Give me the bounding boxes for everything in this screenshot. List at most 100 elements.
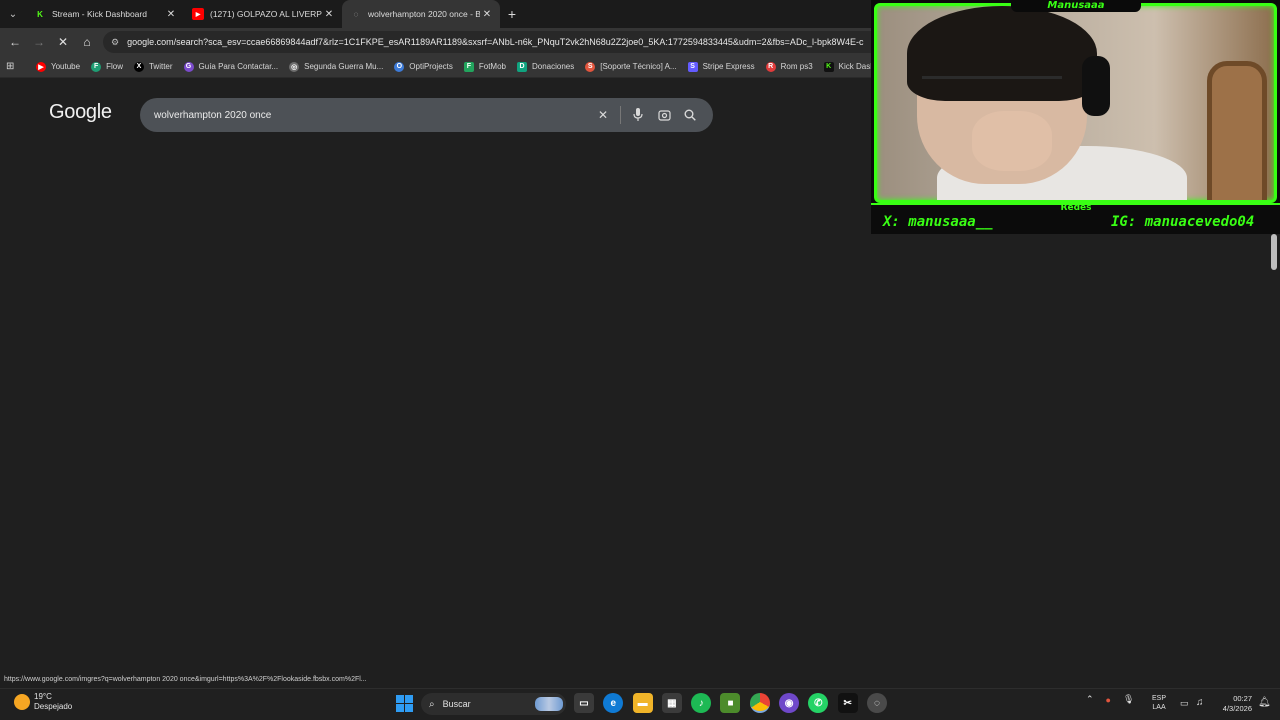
weather-text: 19°C Despejado — [34, 692, 72, 712]
search-icon[interactable] — [677, 102, 703, 128]
forward-icon[interactable]: → — [27, 30, 51, 54]
tab-kick-dashboard[interactable]: K Stream - Kick Dashboard ✕ — [26, 0, 184, 28]
flow-icon: F — [91, 61, 102, 72]
bookmark-label: [Soporte Técnico] A... — [600, 62, 677, 71]
overlay-ig-handle: IG: manuacevedo04 — [1111, 214, 1255, 230]
clock-time: 00:27 — [1233, 694, 1252, 703]
home-icon[interactable]: ⌂ — [75, 30, 99, 54]
temperature: 19°C — [34, 692, 52, 701]
person-hand-image — [972, 111, 1052, 171]
spotify-icon[interactable]: ♪ — [691, 693, 712, 713]
overlay-title: Manusaaa — [1011, 0, 1141, 12]
stop-loading-icon[interactable]: ✕ — [51, 30, 75, 54]
apps-grid-icon[interactable]: ⊞ — [6, 61, 22, 72]
kick-icon: K — [823, 61, 834, 72]
system-tray: ⌃ ● 🎙︎ — [1086, 694, 1146, 705]
taskbar-search-label: Buscar — [442, 699, 471, 709]
rom-icon: R — [765, 61, 776, 72]
bookmark-label: Flow — [106, 62, 123, 71]
search-input[interactable]: wolverhampton 2020 once — [154, 110, 590, 121]
store-icon[interactable]: ▦ — [661, 693, 682, 713]
bookmark-youtube[interactable]: ▶ Youtube — [36, 61, 81, 72]
weather-condition: Despejado — [34, 702, 73, 711]
bookmark-rom-ps3[interactable]: R Rom ps3 — [765, 61, 813, 72]
network-icon[interactable]: ▭ — [1180, 698, 1189, 709]
bookmark-soporte[interactable]: S [Soporte Técnico] A... — [585, 61, 677, 72]
webcam-frame — [874, 3, 1277, 203]
close-tab-icon[interactable]: ✕ — [480, 9, 494, 20]
search-icon: ⌕ — [429, 698, 435, 710]
bookmark-label: FotMob — [478, 62, 506, 71]
tab-google-search[interactable]: ◌ wolverhampton 2020 once - Bu ✕ — [342, 0, 500, 28]
page-scrollbar[interactable] — [1271, 234, 1277, 270]
bookmark-label: Twitter — [148, 62, 173, 71]
bookmark-segunda-guerra[interactable]: ◎ Segunda Guerra Mu... — [289, 61, 384, 72]
taskbar-apps: ▭ e ▬ ▦ ♪ ■ ◉ ✆ ✂ ◌ — [574, 693, 896, 713]
search-box[interactable]: wolverhampton 2020 once ✕ — [140, 98, 713, 132]
bookmark-donaciones[interactable]: D Donaciones — [517, 61, 574, 72]
bookmark-label: OptiProjects — [409, 62, 453, 71]
bookmark-label: Rom ps3 — [780, 62, 813, 71]
windows-start-icon[interactable] — [396, 695, 413, 712]
fotmob-icon: F — [463, 61, 474, 72]
bookmark-flow[interactable]: F Flow — [91, 61, 123, 72]
file-explorer-icon[interactable]: ▬ — [632, 693, 653, 713]
optiprojects-icon: O — [394, 61, 405, 72]
stripe-icon: S — [687, 61, 698, 72]
x-icon: X — [133, 61, 144, 72]
keyboard-layout: LAA — [1152, 704, 1166, 711]
taskbar-search[interactable]: ⌕ Buscar — [421, 693, 566, 715]
notification-bell-icon[interactable]: 🔔︎ — [1258, 697, 1271, 708]
address-url: google.com/search?sca_esv=ccae66869844ad… — [127, 37, 864, 47]
back-icon[interactable]: ← — [3, 30, 27, 54]
donaciones-icon: D — [517, 61, 527, 72]
obs-icon[interactable]: ◌ — [866, 693, 887, 713]
weather-widget[interactable]: 19°C Despejado — [14, 692, 72, 712]
tray-microphone-icon[interactable]: 🎙︎ — [1123, 694, 1134, 705]
language-indicator[interactable]: ESP LAA — [1152, 694, 1166, 712]
reddit-icon: S — [585, 61, 596, 72]
search-highlight-image — [535, 697, 563, 711]
bookmark-twitter[interactable]: X Twitter — [133, 61, 173, 72]
twitch-icon[interactable]: ◉ — [779, 693, 800, 713]
overlay-redes-label: Redes — [1060, 203, 1092, 213]
microphone-icon[interactable] — [625, 102, 651, 128]
tab-label: (1271) GOLPAZO AL LIVERPOOL — [210, 9, 322, 19]
tab-youtube[interactable]: ▶ (1271) GOLPAZO AL LIVERPOOL ✕ — [184, 0, 342, 28]
clock[interactable]: 00:27 4/3/2026 — [1215, 694, 1252, 714]
chrome-icon[interactable] — [749, 693, 770, 713]
tray-chevron-up-icon[interactable]: ⌃ — [1086, 694, 1094, 705]
webcam-overlay: Manusaaa Redes X: manusaaa__ IG: manuace… — [871, 0, 1280, 234]
bookmark-guia[interactable]: G Guía Para Contactar... — [183, 61, 279, 72]
bookmark-stripe[interactable]: S Stripe Express — [687, 61, 755, 72]
divider — [620, 106, 621, 124]
overlay-x-handle: X: manusaaa__ — [883, 214, 993, 230]
whatsapp-icon[interactable]: ✆ — [808, 693, 829, 713]
site-info-icon[interactable]: ⚙ — [111, 37, 119, 48]
tab-label: Stream - Kick Dashboard — [52, 9, 147, 19]
lens-camera-icon[interactable] — [651, 102, 677, 128]
kick-icon: K — [37, 9, 43, 19]
minecraft-icon[interactable]: ■ — [720, 693, 741, 713]
clear-search-icon[interactable]: ✕ — [590, 102, 616, 128]
bookmark-label: Guía Para Contactar... — [198, 62, 279, 71]
glasses-image — [922, 76, 1062, 88]
youtube-icon: ▶ — [36, 61, 46, 72]
new-tab-button[interactable]: + — [500, 6, 524, 22]
volume-icon[interactable]: ♫ — [1196, 697, 1204, 708]
tray-app-icon[interactable]: ● — [1106, 695, 1111, 705]
task-view-icon[interactable]: ▭ — [574, 693, 594, 713]
edge-icon[interactable]: e — [603, 693, 624, 713]
weather-sun-icon — [14, 694, 30, 710]
bookmark-optiprojects[interactable]: O OptiProjects — [394, 61, 453, 72]
youtube-icon: ▶ — [192, 8, 204, 20]
bookmark-label: Youtube — [51, 62, 81, 71]
status-bar-url: https://www.google.com/imgres?q=wolverha… — [0, 676, 371, 688]
capcut-icon[interactable]: ✂ — [837, 693, 858, 713]
close-tab-icon[interactable]: ✕ — [322, 9, 336, 20]
close-tab-icon[interactable]: ✕ — [164, 9, 178, 20]
tab-search-chevron-icon[interactable]: ⌄ — [0, 0, 26, 28]
google-logo[interactable]: Google — [49, 101, 112, 124]
bookmark-label: Segunda Guerra Mu... — [304, 62, 384, 71]
bookmark-fotmob[interactable]: F FotMob — [463, 61, 506, 72]
